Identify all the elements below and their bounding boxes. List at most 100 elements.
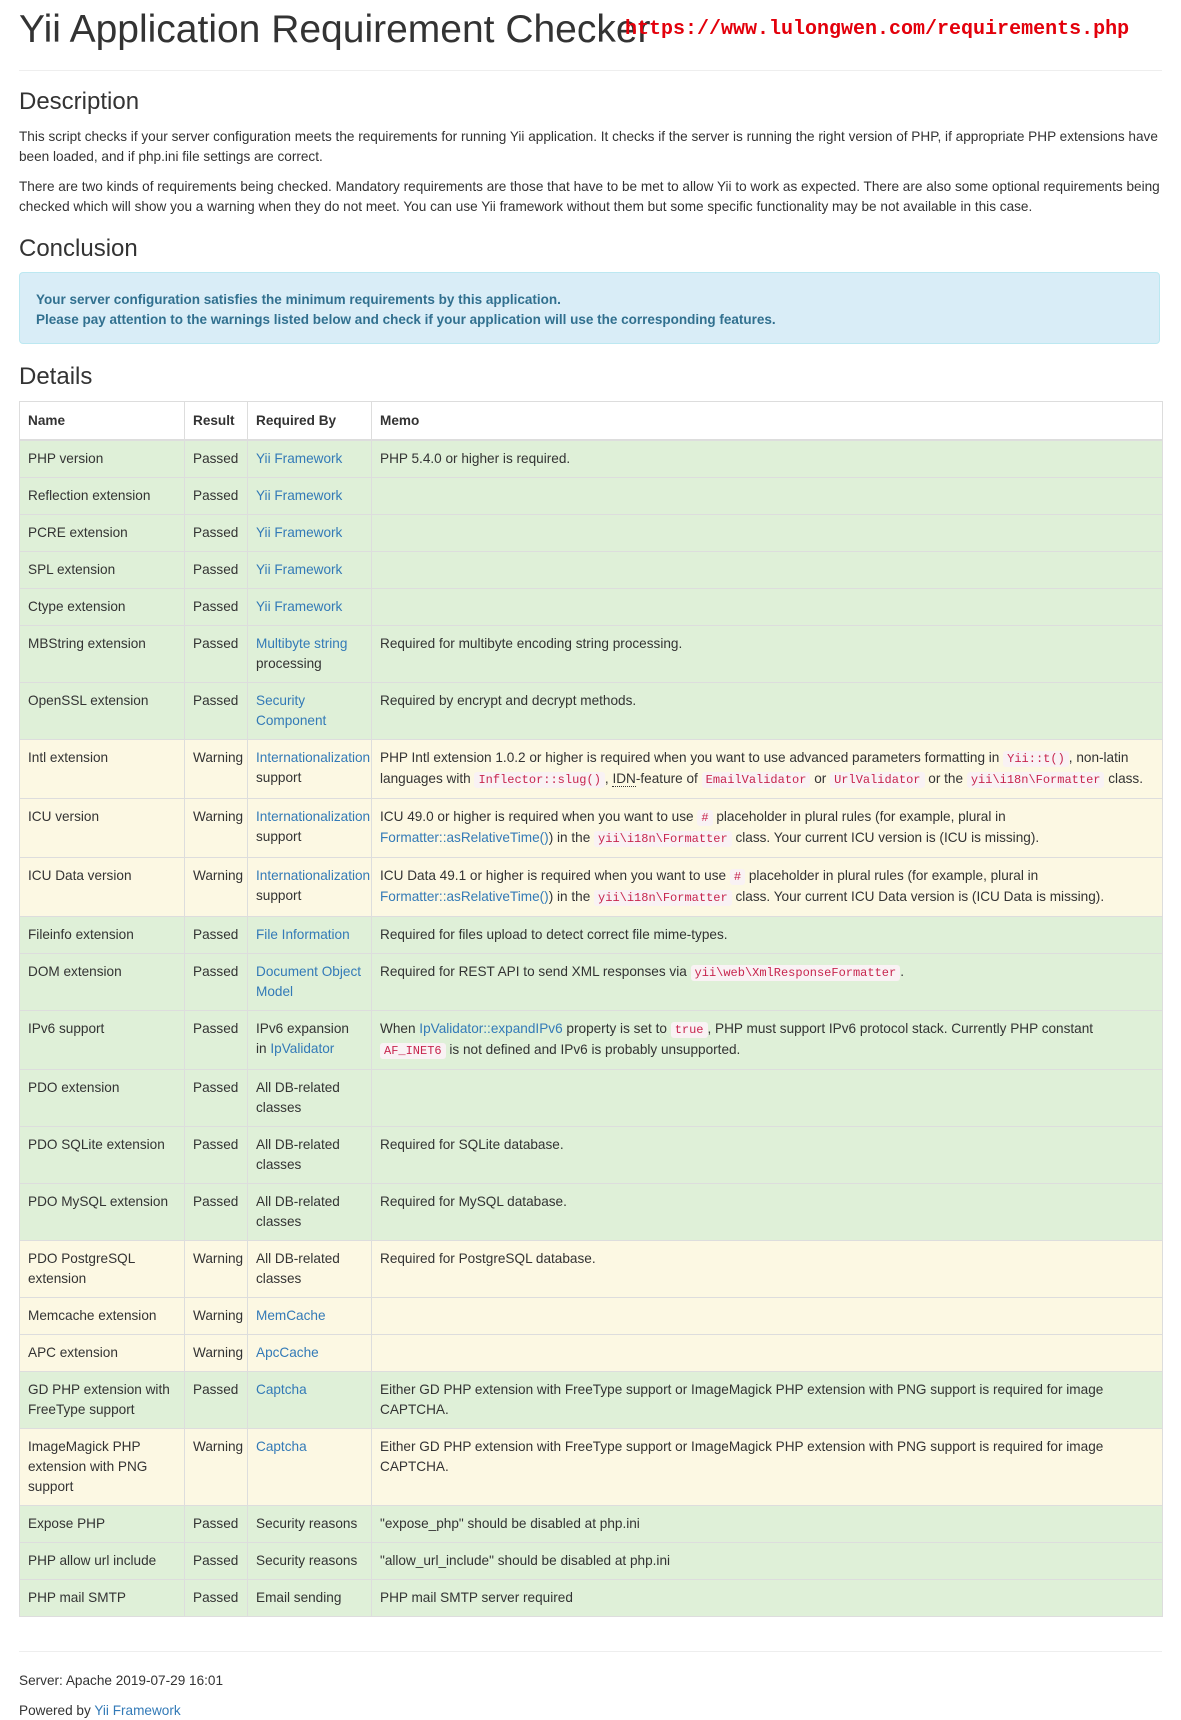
cell-name: PHP version xyxy=(19,439,185,478)
required-by-link[interactable]: Internationalization xyxy=(256,809,370,824)
memo-code: yii\i18n\Formatter xyxy=(594,831,732,847)
memo-text: or xyxy=(810,771,831,786)
required-by-link[interactable]: Security Component xyxy=(256,693,326,728)
required-by-link[interactable]: Internationalization xyxy=(256,868,370,883)
required-by-link[interactable]: Yii Framework xyxy=(256,525,342,540)
memo-text: placeholder in plural rules (for example… xyxy=(712,809,1006,824)
memo-code: Yii::t() xyxy=(1003,751,1069,767)
cell-required-by: All DB-related classes xyxy=(247,1069,372,1127)
server-info: Server: Apache 2019-07-29 16:01 xyxy=(19,1673,224,1688)
cell-memo: Required for files upload to detect corr… xyxy=(371,916,1163,954)
cell-memo: Required for MySQL database. xyxy=(371,1183,1163,1241)
cell-name: ImageMagick PHP extension with PNG suppo… xyxy=(19,1428,185,1506)
details-heading: Details xyxy=(19,363,93,390)
memo-code: yii\i18n\Formatter xyxy=(966,772,1105,788)
required-by-text: Security reasons xyxy=(256,1553,358,1568)
table-row: Intl extension Warning Internationalizatio… xyxy=(19,739,1163,799)
description-paragraph-1: This script checks if your server config… xyxy=(19,129,1158,164)
memo-text: , PHP must support IPv6 protocol stack. … xyxy=(707,1021,1094,1036)
cell-memo: PHP Intl extension 1.0.2 or higher is re… xyxy=(371,739,1163,799)
powered-by-prefix: Powered by xyxy=(19,1703,95,1718)
cell-name: OpenSSL extension xyxy=(19,682,185,740)
memo-text: is not defined and IPv6 is probably unsu… xyxy=(445,1042,741,1057)
required-by-link[interactable]: Yii Framework xyxy=(256,488,342,503)
description-heading: Description xyxy=(19,88,140,115)
cell-name: DOM extension xyxy=(19,953,185,1011)
cell-result: Passed xyxy=(184,1542,248,1580)
memo-text: ICU Data 49.1 or higher is required when… xyxy=(380,868,730,883)
table-row: Ctype extension Passed Yii Framework xyxy=(19,588,1163,626)
cell-result: Passed xyxy=(184,1371,248,1429)
table-row: PHP mail SMTP Passed Email sending PHP mail… xyxy=(19,1579,1163,1617)
cell-name: Intl extension xyxy=(19,739,185,799)
required-by-text: All DB-related classes xyxy=(256,1137,340,1172)
required-by-text: All DB-related classes xyxy=(256,1194,340,1229)
table-row: MBString extension Passed Multibyte string… xyxy=(19,625,1163,683)
footer-divider xyxy=(19,1651,1162,1652)
cell-required-by: File Information xyxy=(247,916,372,954)
cell-name: Fileinfo extension xyxy=(19,916,185,954)
table-row: IPv6 support Passed IPv6 expansion in IpVa… xyxy=(19,1010,1163,1070)
description-paragraph-2: There are two kinds of requirements bein… xyxy=(19,179,1160,214)
cell-required-by: ApcCache xyxy=(247,1334,372,1372)
cell-required-by: Internationalization support xyxy=(247,798,372,858)
memo-text: ) in the xyxy=(548,889,595,904)
yii-framework-link[interactable]: Yii Framework xyxy=(94,1703,180,1718)
memo-text: When xyxy=(380,1021,420,1036)
table-header-row: Name Result Required By Memo xyxy=(19,401,1163,441)
cell-result: Passed xyxy=(184,916,248,954)
cell-memo: PHP 5.4.0 or higher is required. xyxy=(371,439,1163,478)
cell-result: Passed xyxy=(184,1183,248,1241)
required-by-link[interactable]: MemCache xyxy=(256,1308,326,1323)
required-by-link[interactable]: File Information xyxy=(256,927,350,942)
table-row: Reflection extension Passed Yii Framework xyxy=(19,477,1163,515)
memo-text: . xyxy=(900,964,904,979)
cell-required-by: All DB-related classes xyxy=(247,1183,372,1241)
required-by-link[interactable]: ApcCache xyxy=(256,1345,319,1360)
conclusion-line-1: Your server configuration satisfies the … xyxy=(36,292,561,307)
requirements-table: Name Result Required By Memo PHP version… xyxy=(19,401,1163,1617)
required-by-link[interactable]: Yii Framework xyxy=(256,599,342,614)
required-by-link[interactable]: Internationalization xyxy=(256,750,370,765)
required-by-link[interactable]: Captcha xyxy=(256,1382,307,1397)
cell-memo: Required for REST API to send XML respon… xyxy=(371,953,1163,1011)
cell-memo: ICU 49.0 or higher is required when you … xyxy=(371,798,1163,858)
memo-link[interactable]: Formatter::asRelativeTime() xyxy=(380,889,549,904)
memo-code: yii\web\XmlResponseFormatter xyxy=(690,965,901,981)
cell-result: Passed xyxy=(184,514,248,552)
required-by-link[interactable]: Document Object Model xyxy=(256,964,361,999)
cell-required-by: Security Component xyxy=(247,682,372,740)
cell-required-by: Yii Framework xyxy=(247,477,372,515)
cell-result: Passed xyxy=(184,682,248,740)
cell-result: Passed xyxy=(184,1126,248,1184)
required-by-text: Email sending xyxy=(256,1590,342,1605)
memo-code: # xyxy=(729,869,746,885)
cell-name: Memcache extension xyxy=(19,1297,185,1335)
table-row: SPL extension Passed Yii Framework xyxy=(19,551,1163,589)
cell-required-by: Internationalization support xyxy=(247,857,372,917)
memo-code: EmailValidator xyxy=(701,772,811,788)
cell-result: Passed xyxy=(184,439,248,478)
cell-result: Warning xyxy=(184,1297,248,1335)
cell-name: MBString extension xyxy=(19,625,185,683)
cell-required-by: IPv6 expansion in IpValidator xyxy=(247,1010,372,1070)
column-header-required-by: Required By xyxy=(247,401,372,441)
cell-memo: Required for SQLite database. xyxy=(371,1126,1163,1184)
memo-link[interactable]: Formatter::asRelativeTime() xyxy=(380,830,549,845)
required-by-link[interactable]: Captcha xyxy=(256,1439,307,1454)
required-by-link[interactable]: Multibyte string xyxy=(256,636,347,651)
required-by-link[interactable]: Yii Framework xyxy=(256,562,342,577)
memo-text: property is set to xyxy=(562,1021,671,1036)
cell-name: Reflection extension xyxy=(19,477,185,515)
memo-code: true xyxy=(670,1022,708,1038)
column-header-result: Result xyxy=(184,401,248,441)
memo-text: Required for REST API to send XML respon… xyxy=(380,964,691,979)
memo-text: ) in the xyxy=(548,830,595,845)
cell-required-by: Multibyte string processing xyxy=(247,625,372,683)
memo-abbr: IDN xyxy=(612,771,636,787)
memo-link[interactable]: IpValidator::expandIPv6 xyxy=(419,1021,562,1036)
required-by-link[interactable]: IpValidator xyxy=(270,1041,334,1056)
required-by-link[interactable]: Yii Framework xyxy=(256,451,342,466)
cell-name: PCRE extension xyxy=(19,514,185,552)
conclusion-line-2: Please pay attention to the warnings lis… xyxy=(36,312,776,327)
